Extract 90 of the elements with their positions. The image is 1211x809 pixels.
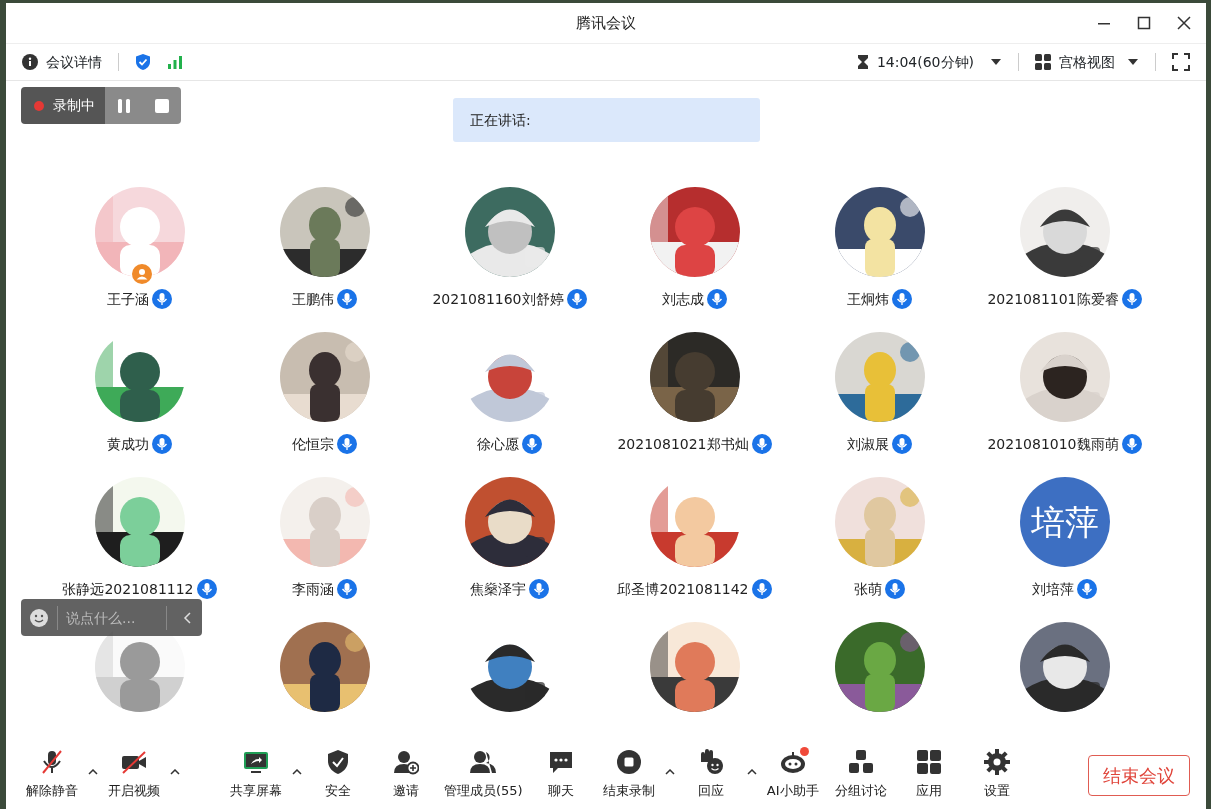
signal-icon <box>167 54 183 70</box>
end-meeting-button[interactable]: 结束会议 <box>1088 754 1190 796</box>
microphone-icon <box>522 434 542 454</box>
meeting-details-button[interactable]: 会议详情 <box>22 51 102 73</box>
hourglass-icon <box>856 54 869 70</box>
caret-icon <box>1127 58 1139 66</box>
microphone-icon <box>892 289 912 309</box>
participant-name: 王炯炜 <box>847 290 889 309</box>
grid-view-dropdown[interactable]: 宫格视图 <box>1035 51 1139 73</box>
close-icon[interactable] <box>1176 15 1192 31</box>
microphone-icon <box>566 289 587 309</box>
monitor-icon <box>243 749 269 776</box>
speaking-banner: 正在讲话: <box>453 98 760 142</box>
apps-icon <box>915 749 942 776</box>
shield-icon <box>325 749 351 776</box>
toolbar-button[interactable]: 结束录制 <box>594 749 663 801</box>
stop-icon <box>155 98 169 113</box>
caret-icon <box>664 768 675 775</box>
blocks-icon <box>847 749 874 776</box>
microphone-icon <box>751 434 772 454</box>
caret-icon <box>292 768 302 775</box>
microphone-icon <box>892 434 912 454</box>
toolbar-button[interactable]: 管理成员(55) <box>440 749 527 801</box>
toolbar-button[interactable]: 聊天 <box>526 749 595 801</box>
settings-icon <box>983 749 1010 776</box>
chat-input[interactable]: 说点什么... <box>21 599 202 636</box>
microphone-icon <box>1077 579 1097 599</box>
participant-name: 刘淑展 <box>847 435 889 454</box>
participant-name: 2021081160刘舒婷 <box>432 290 564 309</box>
microphone-icon <box>529 579 549 599</box>
maximize-icon[interactable] <box>1136 15 1152 31</box>
grid-icon <box>1035 54 1051 70</box>
toolbar-button[interactable]: 设置 <box>962 749 1031 801</box>
record-dot-icon <box>33 99 45 112</box>
caret-icon <box>88 768 98 775</box>
window-title: 腾讯会议 <box>576 12 636 34</box>
participant-name: 张静远2021081112 <box>62 580 194 599</box>
toolbar-button[interactable]: 共享屏幕 <box>222 749 290 801</box>
fullscreen-icon[interactable] <box>1172 53 1190 71</box>
participant-name: 2021081101陈爱睿 <box>987 290 1119 309</box>
microphone-icon <box>1121 289 1142 309</box>
participant-name: 2021081010魏雨萌 <box>987 435 1119 454</box>
recording-indicator[interactable]: 录制中 <box>21 87 105 124</box>
emoji-icon[interactable] <box>29 607 49 628</box>
pause-icon <box>117 97 131 114</box>
participant-name: 刘培萍 <box>1032 580 1074 599</box>
caret-icon <box>990 58 1002 66</box>
caret-icon <box>170 768 180 775</box>
stop-icon <box>615 749 642 776</box>
participant-name: 伦恒宗 <box>292 435 334 454</box>
participant-name: 张萌 <box>854 580 882 599</box>
microphone-icon <box>152 289 172 309</box>
toolbar-button[interactable]: 安全 <box>304 749 372 801</box>
collapse-icon[interactable] <box>183 611 193 624</box>
toolbar-button[interactable]: 分组讨论 <box>826 749 895 801</box>
participant-name: 李雨涵 <box>292 580 334 599</box>
microphone-icon <box>337 289 357 309</box>
microphone-icon <box>337 434 357 454</box>
participant-name: 黄成功 <box>107 435 149 454</box>
robot-icon <box>779 749 806 776</box>
toolbar-button[interactable]: 开启视频 <box>100 749 168 801</box>
toolbar-button[interactable]: 解除静音 <box>18 749 86 801</box>
info-icon <box>22 54 38 70</box>
participant-name: 焦燊泽宇 <box>470 580 526 599</box>
participant-name: 王鹏伟 <box>292 290 334 309</box>
people-icon <box>470 749 497 776</box>
participant-name: 2021081021郑书灿 <box>617 435 749 454</box>
pause-button[interactable] <box>105 87 143 124</box>
microphone-icon <box>337 579 357 599</box>
avatar: 培萍 <box>1019 477 1110 567</box>
microphone-icon <box>196 579 217 599</box>
meeting-time-dropdown[interactable]: 14:04(60分钟) <box>856 51 1002 73</box>
caret-icon <box>746 768 757 775</box>
toolbar-button[interactable]: 邀请 <box>372 749 440 801</box>
chat-icon <box>547 749 574 776</box>
microphone-icon <box>1121 434 1142 454</box>
microphone-icon <box>707 289 727 309</box>
add-person-icon <box>393 749 419 776</box>
microphone-icon <box>152 434 172 454</box>
participant-name: 徐心愿 <box>477 435 519 454</box>
participant-name: 刘志成 <box>662 290 704 309</box>
toolbar-button[interactable]: 应用 <box>894 749 963 801</box>
participant-name: 王子涵 <box>107 290 149 309</box>
stop-button[interactable] <box>143 87 181 124</box>
shield-icon[interactable] <box>135 53 151 71</box>
microphone-icon <box>751 579 772 599</box>
microphone-icon <box>885 579 905 599</box>
toolbar-button[interactable]: 回应 <box>676 749 745 801</box>
toolbar-button[interactable]: AI小助手 <box>758 749 827 801</box>
participant-name: 邱圣博2021081142 <box>617 580 749 599</box>
